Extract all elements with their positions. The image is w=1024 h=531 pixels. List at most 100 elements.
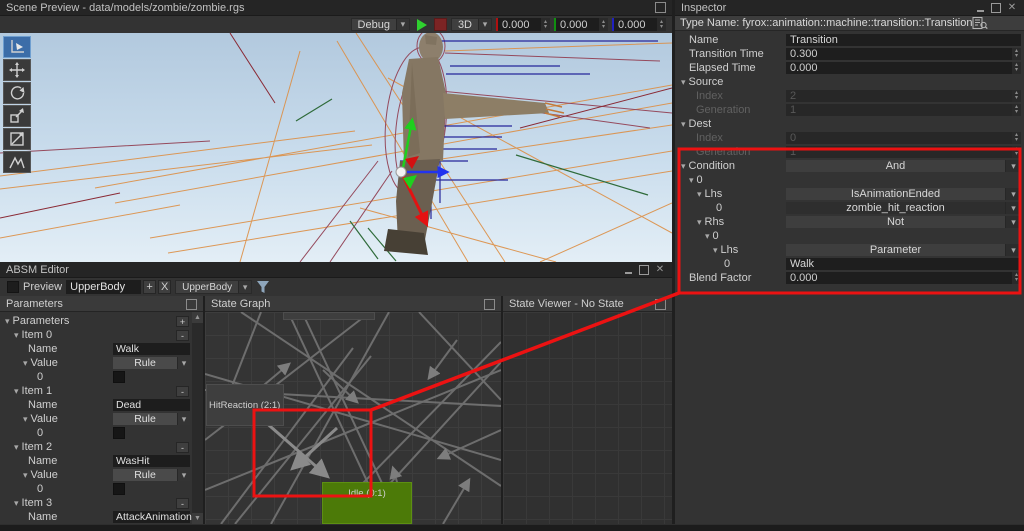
state-node-partial[interactable] bbox=[283, 312, 375, 320]
source-expander[interactable]: Source bbox=[681, 76, 723, 88]
param-type-dropdown[interactable]: Rule bbox=[113, 469, 190, 481]
value-expander[interactable]: Value bbox=[23, 469, 58, 481]
chevron-down-icon[interactable] bbox=[478, 19, 491, 30]
transition-time-field[interactable]: 0.300 bbox=[786, 48, 1021, 60]
chevron-down-icon[interactable] bbox=[177, 413, 190, 425]
parameter-type-dropdown[interactable]: Parameter bbox=[786, 244, 1021, 256]
play-button[interactable] bbox=[414, 18, 430, 31]
lhs-expander[interactable]: Lhs bbox=[697, 188, 722, 200]
param-bool-checkbox[interactable] bbox=[113, 427, 125, 439]
remove-item-button[interactable]: - bbox=[176, 498, 189, 509]
blend-factor-field[interactable]: 0.000 bbox=[786, 272, 1021, 284]
condition-0-expander[interactable]: 0 bbox=[689, 174, 703, 186]
param-name-field[interactable]: WasHit bbox=[113, 455, 190, 467]
close-icon[interactable] bbox=[654, 264, 666, 275]
elapsed-time-field[interactable]: 0.000 bbox=[786, 62, 1021, 74]
terrain-tool-button[interactable] bbox=[3, 151, 31, 173]
spinner-icon bbox=[1012, 90, 1021, 102]
value-expander[interactable]: Value bbox=[23, 413, 58, 425]
item-1-expander[interactable]: Item 1 bbox=[14, 385, 52, 397]
add-layer-button[interactable]: + bbox=[143, 280, 156, 294]
param-type-dropdown[interactable]: Rule bbox=[113, 357, 190, 369]
param-name-field[interactable]: Dead bbox=[113, 399, 190, 411]
layer-name-field[interactable]: UpperBody bbox=[66, 280, 141, 294]
minimize-icon[interactable] bbox=[974, 2, 986, 13]
preview-checkbox[interactable] bbox=[7, 281, 19, 293]
state-graph-canvas[interactable]: HitReaction (2:1) Idle (0:1) bbox=[205, 312, 501, 524]
item-0-expander[interactable]: Item 0 bbox=[14, 329, 52, 341]
spinner-icon[interactable] bbox=[1012, 48, 1021, 60]
rhs-0-expander[interactable]: 0 bbox=[705, 230, 719, 242]
close-icon[interactable] bbox=[1006, 2, 1018, 13]
spinner-icon[interactable] bbox=[1012, 272, 1021, 284]
spinner-icon[interactable] bbox=[1012, 62, 1021, 74]
minimize-icon[interactable] bbox=[622, 264, 634, 275]
condition-type-dropdown[interactable]: And bbox=[786, 160, 1021, 172]
delete-layer-button[interactable]: X bbox=[158, 280, 171, 294]
state-node-hitreaction[interactable]: HitReaction (2:1) bbox=[206, 384, 284, 426]
coordinate-z-field[interactable]: 0.000 bbox=[612, 18, 666, 31]
state-node-idle[interactable]: Idle (0:1) bbox=[322, 482, 412, 524]
condition-expander[interactable]: Condition bbox=[681, 160, 735, 172]
dock-icon[interactable] bbox=[655, 299, 666, 310]
param-name-field[interactable]: Walk bbox=[113, 343, 190, 355]
stop-button[interactable] bbox=[434, 18, 447, 31]
dest-expander[interactable]: Dest bbox=[681, 118, 711, 130]
dock-icon[interactable] bbox=[186, 299, 197, 310]
rotate-tool-button[interactable] bbox=[3, 82, 31, 104]
parameter-name-field[interactable]: Walk bbox=[786, 258, 1021, 270]
spinner-icon[interactable] bbox=[599, 18, 608, 31]
remove-item-button[interactable]: - bbox=[176, 442, 189, 453]
chevron-down-icon[interactable] bbox=[177, 469, 190, 481]
coordinate-y-field[interactable]: 0.000 bbox=[554, 18, 608, 31]
filter-icon[interactable] bbox=[256, 280, 270, 295]
chevron-down-icon[interactable] bbox=[1005, 188, 1021, 200]
select-tool-button[interactable] bbox=[3, 36, 31, 58]
animation-select-dropdown[interactable]: zombie_hit_reaction bbox=[786, 202, 1021, 214]
chevron-down-icon[interactable] bbox=[177, 357, 190, 369]
scroll-down-icon[interactable]: ▼ bbox=[192, 513, 203, 524]
chevron-down-icon[interactable] bbox=[1005, 216, 1021, 228]
param-bool-checkbox[interactable] bbox=[113, 371, 125, 383]
remove-item-button[interactable]: - bbox=[176, 330, 189, 341]
add-parameter-button[interactable]: + bbox=[176, 316, 189, 327]
chevron-down-icon[interactable] bbox=[1005, 160, 1021, 172]
dock-icon[interactable] bbox=[654, 2, 666, 13]
spinner-icon[interactable] bbox=[541, 18, 550, 31]
maximize-icon[interactable] bbox=[990, 2, 1002, 13]
maximize-icon[interactable] bbox=[638, 264, 650, 275]
parameters-scrollbar[interactable]: ▲ ▼ bbox=[192, 312, 203, 524]
spinner-icon[interactable] bbox=[657, 18, 666, 31]
state-viewer-canvas[interactable] bbox=[503, 312, 672, 524]
parameters-root[interactable]: Parameters bbox=[5, 315, 69, 327]
debug-dropdown[interactable]: Debug bbox=[351, 18, 410, 31]
item-3-expander[interactable]: Item 3 bbox=[14, 497, 52, 509]
rhs-lhs-expander[interactable]: Lhs bbox=[713, 244, 738, 256]
rhs-type-dropdown[interactable]: Not bbox=[786, 216, 1021, 228]
navmesh-tool-button[interactable] bbox=[3, 128, 31, 150]
rhs-expander[interactable]: Rhs bbox=[697, 216, 724, 228]
scale-tool-button[interactable] bbox=[3, 105, 31, 127]
chevron-down-icon[interactable] bbox=[1005, 202, 1021, 214]
camera-mode-dropdown[interactable]: 3D bbox=[451, 18, 492, 31]
find-object-icon[interactable] bbox=[972, 17, 988, 29]
scene-toolbar: Debug 3D 0.000 0.000 0.000 bbox=[0, 16, 672, 33]
lhs-type-dropdown[interactable]: IsAnimationEnded bbox=[786, 188, 1021, 200]
panel-splitter[interactable] bbox=[672, 0, 675, 524]
name-field[interactable]: Transition bbox=[786, 34, 1021, 46]
param-type-dropdown[interactable]: Rule bbox=[113, 413, 190, 425]
param-name-field[interactable]: AttackAnimation bbox=[113, 511, 190, 523]
chevron-down-icon[interactable] bbox=[1005, 244, 1021, 256]
coordinate-x-field[interactable]: 0.000 bbox=[496, 18, 550, 31]
3d-viewport[interactable] bbox=[0, 33, 672, 262]
remove-item-button[interactable]: - bbox=[176, 386, 189, 397]
chevron-down-icon[interactable] bbox=[238, 281, 251, 293]
layer-select-dropdown[interactable]: UpperBody bbox=[175, 280, 252, 294]
item-2-expander[interactable]: Item 2 bbox=[14, 441, 52, 453]
chevron-down-icon[interactable] bbox=[396, 19, 409, 30]
param-bool-checkbox[interactable] bbox=[113, 483, 125, 495]
move-tool-button[interactable] bbox=[3, 59, 31, 81]
dock-icon[interactable] bbox=[484, 299, 495, 310]
scroll-up-icon[interactable]: ▲ bbox=[192, 312, 203, 323]
value-expander[interactable]: Value bbox=[23, 357, 58, 369]
